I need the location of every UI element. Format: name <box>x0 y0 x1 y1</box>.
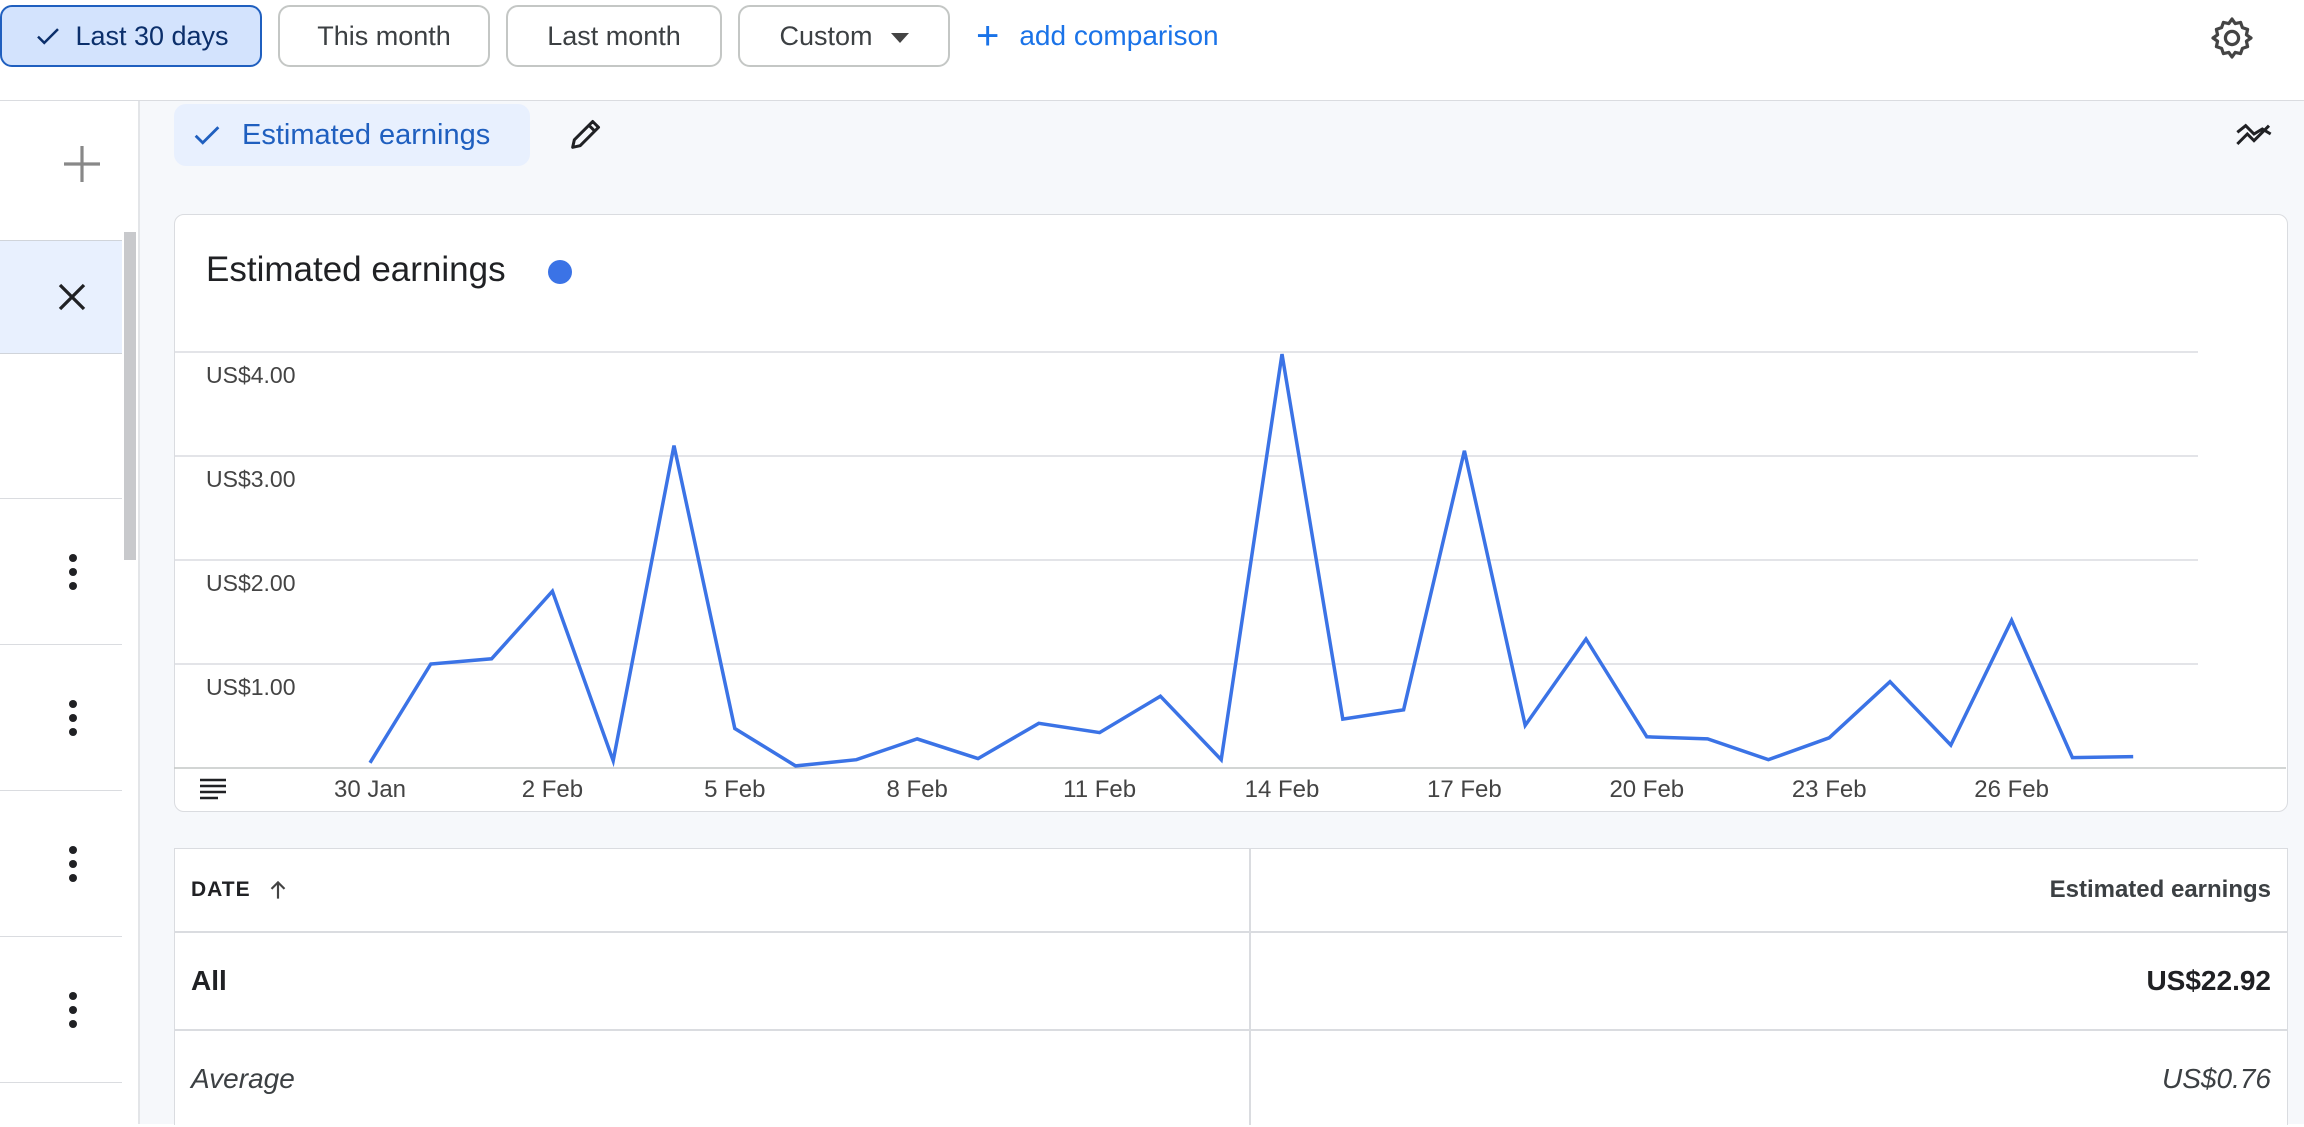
x-tick-label: 11 Feb <box>1063 776 1137 803</box>
x-tick-label: 26 Feb <box>1974 776 2049 803</box>
y-tick-label: US$1.00 <box>206 674 296 700</box>
x-tick-label: 30 Jan <box>333 776 407 803</box>
table-row: All US$22.92 <box>175 933 2287 1029</box>
earnings-table: DATE Estimated earnings All US$22.92 Ave… <box>174 848 2288 1125</box>
y-tick-label: US$3.00 <box>206 466 296 492</box>
x-tick-label: 8 Feb <box>886 776 948 803</box>
earnings-header-label: Estimated earnings <box>2049 876 2271 903</box>
x-tick-label: 20 Feb <box>1609 776 1685 803</box>
table-header-row: DATE Estimated earnings <box>175 849 2287 931</box>
row-value: US$0.76 <box>2162 1063 2271 1094</box>
row-value: US$22.92 <box>2146 965 2271 996</box>
y-tick-label: US$4.00 <box>206 362 296 388</box>
x-tick-label: 23 Feb <box>1791 776 1867 803</box>
row-label: Average <box>191 1063 295 1094</box>
x-tick-label: 5 Feb <box>704 776 766 803</box>
y-tick-label: US$2.00 <box>206 570 296 596</box>
column-header-earnings[interactable]: Estimated earnings <box>1251 849 2271 931</box>
sort-ascending-icon[interactable] <box>265 877 291 903</box>
x-tick-label: 2 Feb <box>521 776 584 803</box>
table-row: Average US$0.76 <box>175 1031 2287 1127</box>
x-tick-label: 14 Feb <box>1244 776 1320 803</box>
column-header-date[interactable]: DATE <box>191 849 1231 931</box>
chart-menu-icon[interactable] <box>198 776 228 802</box>
row-label: All <box>191 965 227 996</box>
x-tick-label: 17 Feb <box>1427 776 1502 803</box>
date-header-label: DATE <box>191 878 251 901</box>
